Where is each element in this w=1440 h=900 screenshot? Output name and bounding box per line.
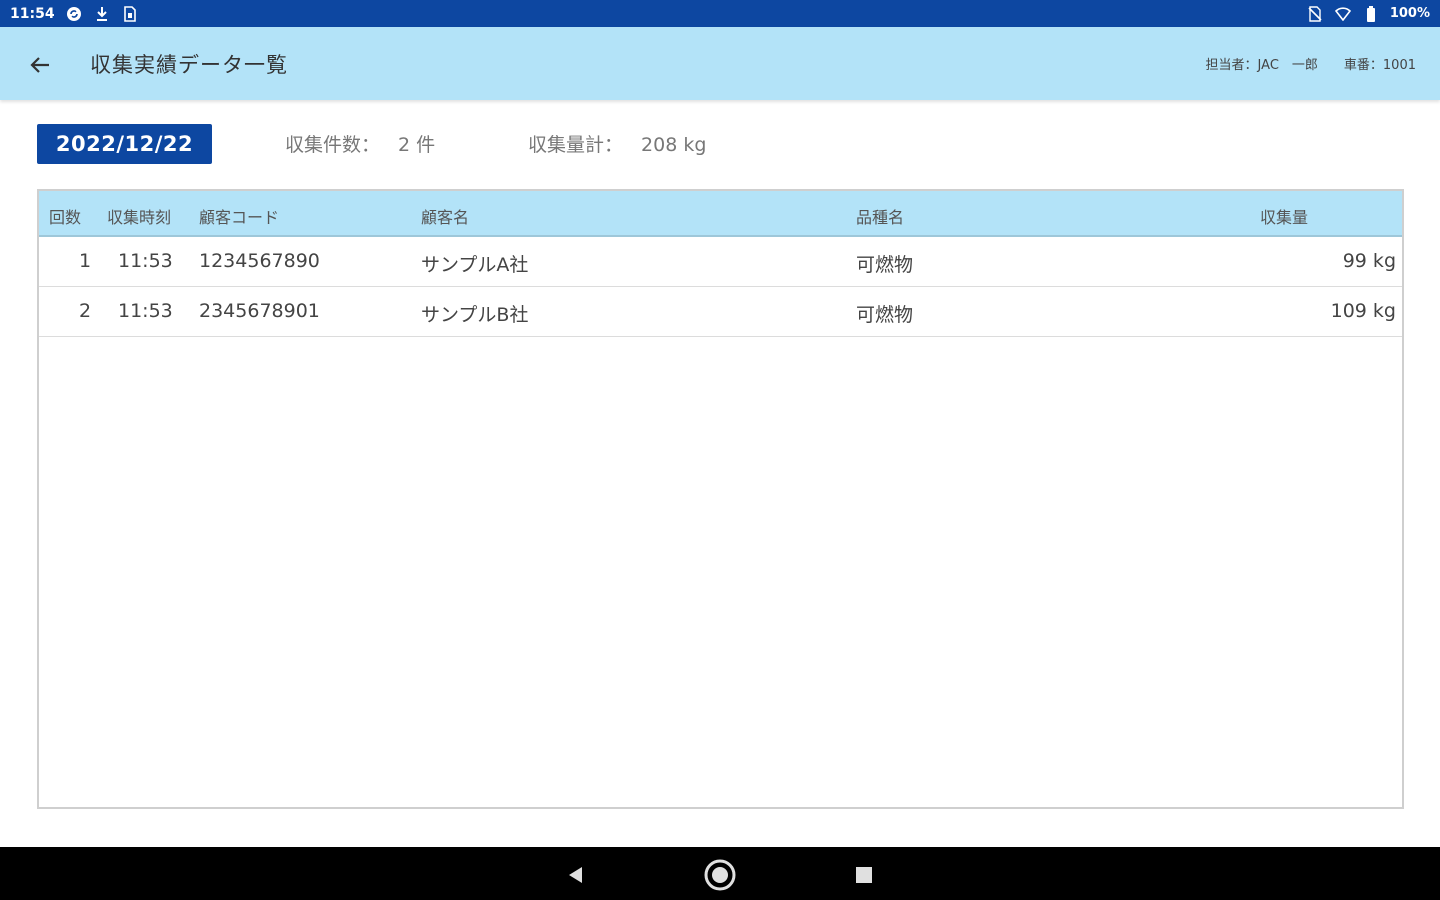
column-header-customer-name: 顧客名 [421, 208, 470, 227]
sync-icon [65, 5, 83, 23]
vehicle-label: 車番：1001 [1343, 58, 1416, 73]
wifi-icon [1334, 5, 1352, 23]
cell-count: 2 [79, 300, 92, 322]
column-header-customer-code: 顧客コード [199, 208, 280, 227]
recents-square-icon [856, 867, 872, 883]
collection-weight-total: 収集量計： 208 kg [528, 130, 706, 157]
collection-count: 収集件数： 2 件 [285, 130, 435, 157]
status-bar-left: 11:54 [10, 5, 139, 23]
cell-count: 1 [79, 250, 92, 272]
status-bar: 11:54 100% [0, 0, 1440, 27]
table-row[interactable]: 1 11:53 1234567890 サンプルA社 可燃物 99 kg [39, 237, 1402, 287]
page-title: 収集実績データ一覧 [90, 53, 288, 77]
home-circle-icon [704, 859, 736, 891]
download-icon [93, 5, 111, 23]
table-row[interactable]: 2 11:53 2345678901 サンプルB社 可燃物 109 kg [39, 287, 1402, 337]
sim-icon [121, 5, 139, 23]
cell-customer-name: サンプルA社 [421, 254, 529, 276]
nav-back-button[interactable] [558, 857, 594, 893]
column-header-count: 回数 [49, 208, 82, 227]
collection-weight-value: 208 kg [641, 134, 707, 156]
collection-count-label: 収集件数： [285, 134, 381, 156]
cell-item-name: 可燃物 [856, 254, 914, 276]
battery-percent: 100% [1389, 6, 1430, 21]
cell-customer-code: 1234567890 [199, 250, 320, 272]
status-time: 11:54 [10, 5, 55, 22]
cell-time: 11:53 [118, 300, 173, 322]
collection-count-value: 2 件 [398, 134, 436, 156]
battery-icon [1362, 5, 1380, 23]
cell-customer-name: サンプルB社 [421, 304, 529, 326]
app-meta: 担当者：JAC 一郎 車番：1001 [1206, 54, 1416, 73]
date-picker-button[interactable]: 2022/12/22 [37, 124, 212, 164]
arrow-left-icon [30, 57, 49, 73]
column-header-time: 収集時刻 [107, 208, 172, 227]
no-sim-icon [1306, 5, 1324, 23]
cell-time: 11:53 [118, 250, 173, 272]
cell-item-name: 可燃物 [856, 304, 914, 326]
column-header-item-name: 品種名 [856, 208, 905, 227]
operator-label: 担当者：JAC 一郎 [1205, 58, 1318, 73]
status-bar-right: 100% [1306, 5, 1430, 23]
nav-home-button[interactable] [702, 857, 738, 893]
app-bar: 収集実績データ一覧 担当者：JAC 一郎 車番：1001 [0, 27, 1440, 100]
collection-weight-label: 収集量計： [528, 134, 624, 156]
table-header: 回数 収集時刻 顧客コード 顧客名 品種名 収集量 [39, 191, 1402, 237]
nav-recents-button[interactable] [846, 857, 882, 893]
back-button[interactable] [24, 49, 56, 81]
navigation-bar [0, 847, 1440, 900]
collection-table: 回数 収集時刻 顧客コード 顧客名 品種名 収集量 1 11:53 123456… [37, 189, 1404, 809]
cell-amount: 99 kg [1342, 250, 1396, 272]
back-triangle-icon [569, 867, 582, 883]
cell-customer-code: 2345678901 [199, 300, 320, 322]
column-header-amount: 収集量 [1260, 208, 1309, 227]
cell-amount: 109 kg [1330, 300, 1396, 322]
